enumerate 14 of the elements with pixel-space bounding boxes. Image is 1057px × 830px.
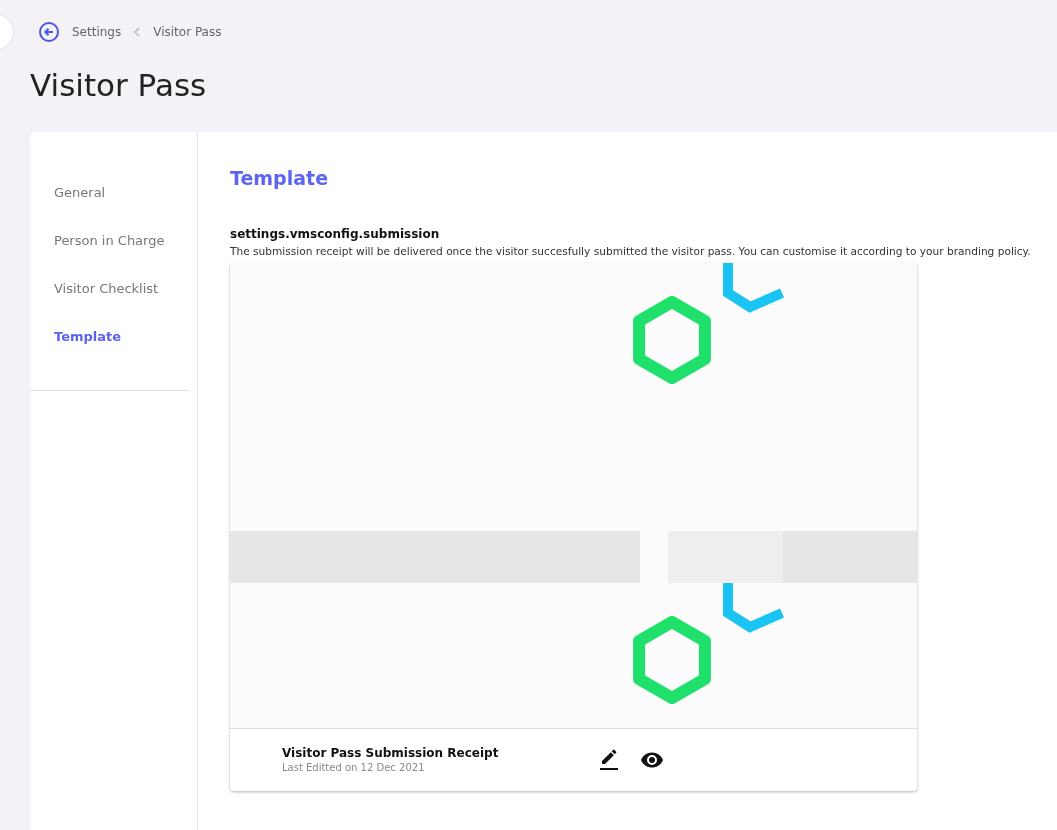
chevron-left-icon: [133, 27, 142, 37]
sidebar-item[interactable]: Person in Charge: [30, 216, 189, 264]
sidebar-item[interactable]: Visitor Checklist: [30, 264, 189, 312]
page-title: Visitor Pass: [29, 66, 208, 105]
template-name: Visitor Pass Submission Receipt: [282, 745, 500, 761]
sidebar-item[interactable]: General: [30, 168, 189, 216]
breadcrumb-item[interactable]: Settings: [72, 25, 122, 39]
last-edited-date: Last Editted on 12 Dec 2021: [282, 761, 426, 775]
back-icon[interactable]: [38, 21, 60, 43]
sidebar-item[interactable]: Template: [30, 312, 189, 360]
breadcrumb-item: Visitor Pass: [153, 25, 222, 39]
setting-description: The submission receipt will be delivered once the visitor succesfully submitted the visitor pass. You can customise it according to your branding policy.: [230, 244, 1031, 259]
section-title: Template: [230, 166, 330, 190]
setting-key: settings.vmsconfig.submission: [230, 226, 1031, 242]
